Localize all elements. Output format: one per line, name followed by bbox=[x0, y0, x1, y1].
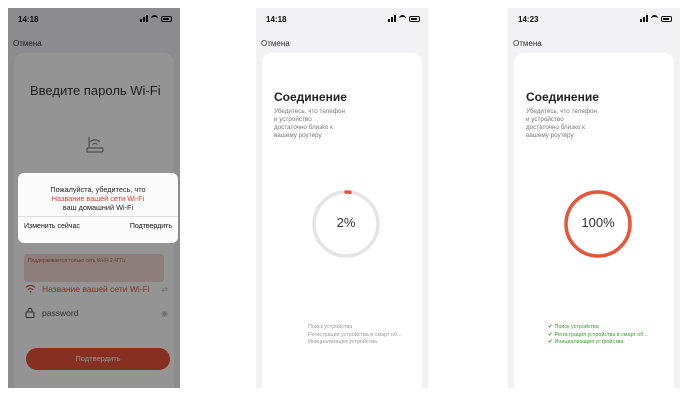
battery-icon bbox=[661, 15, 672, 22]
step-init-device: Инициализация устройства bbox=[554, 339, 624, 345]
system-icons bbox=[640, 15, 672, 22]
status-bar: 14:23 bbox=[508, 8, 680, 30]
dialog-divider bbox=[18, 216, 178, 217]
page-title: Соединение bbox=[526, 90, 599, 104]
confirm-dialog: Пожалуйста, убедитесь, что Название ваше… bbox=[18, 173, 178, 243]
proximity-hint-line3: достаточно близко к bbox=[274, 124, 333, 131]
check-icon: ✔ bbox=[548, 324, 553, 330]
progress-percent: 2% bbox=[336, 215, 356, 230]
connection-steps: ✔ Поиск устройства ✔ Регистрация устройств… bbox=[548, 324, 648, 347]
step-search-device: Поиск устройства bbox=[554, 324, 599, 330]
page-title: Соединение bbox=[274, 90, 347, 104]
dialog-network-name: Название вашей сети Wi-Fi bbox=[51, 194, 145, 203]
proximity-hint: Убедитесь, что телефон и устройство дост… bbox=[526, 108, 646, 140]
connecting-screen-2pct: 14:18 Отмена Соединение Убедитесь, что т… bbox=[256, 8, 428, 388]
proximity-hint-line2: и устройство bbox=[526, 116, 564, 123]
change-now-button[interactable]: Изменить сейчас bbox=[24, 223, 80, 230]
check-icon: ✔ bbox=[548, 339, 553, 345]
dialog-confirm-button[interactable]: Подтвердить bbox=[130, 223, 172, 230]
step-search-device-row: ✔ Поиск устройства bbox=[548, 324, 648, 332]
connecting-screen-complete: 14:23 Отмена Соединение Убедитесь, что т… bbox=[508, 8, 680, 388]
progress-percent: 100% bbox=[581, 215, 615, 230]
step-register-device: Регистрация устройства в смарт об... bbox=[554, 331, 648, 338]
proximity-hint-line2: и устройство bbox=[274, 116, 312, 123]
system-icons bbox=[388, 15, 420, 22]
step-search-device: Поиск устройства bbox=[308, 324, 353, 330]
connection-steps: Поиск устройства Регистрация устройства … bbox=[308, 324, 401, 347]
progress-ring: 2% bbox=[310, 188, 382, 260]
step-register-device-row: ✔ Регистрация устройства в смарт об... bbox=[548, 332, 648, 340]
step-init-device-row: ✔ Инициализация устройства bbox=[548, 339, 648, 347]
status-time: 14:18 bbox=[266, 15, 287, 24]
status-time: 14:23 bbox=[518, 15, 539, 24]
step-register-device: Регистрация устройства в смарт об... bbox=[308, 331, 402, 338]
cancel-link[interactable]: Отмена bbox=[513, 39, 542, 48]
wifi-status-icon bbox=[399, 15, 406, 22]
wifi-password-screen: 14:18 Отмена Введите пароль Wi-Fi Поддер… bbox=[8, 8, 180, 388]
progress-ring: 100% bbox=[562, 188, 634, 260]
step-init-device: Инициализация устройства bbox=[308, 339, 377, 345]
proximity-hint-line3: достаточно близко к bbox=[526, 124, 585, 131]
wifi-status-icon bbox=[651, 15, 658, 22]
signal-icon bbox=[388, 15, 396, 22]
dialog-text-line3: ваш домашний Wi-Fi bbox=[62, 203, 134, 212]
battery-icon bbox=[409, 15, 420, 22]
proximity-hint-line1: Убедитесь, что телефон bbox=[526, 108, 597, 115]
proximity-hint-line1: Убедитесь, что телефон bbox=[274, 108, 345, 115]
signal-icon bbox=[640, 15, 648, 22]
dialog-text-line1: Пожалуйста, убедитесь, что bbox=[50, 185, 146, 194]
proximity-hint: Убедитесь, что телефон и устройство дост… bbox=[274, 108, 394, 140]
proximity-hint-line4: вашему роутеру bbox=[274, 132, 322, 139]
status-bar: 14:18 bbox=[256, 8, 428, 30]
check-icon: ✔ bbox=[548, 331, 553, 338]
proximity-hint-line4: вашему роутеру bbox=[526, 132, 574, 139]
cancel-link[interactable]: Отмена bbox=[261, 39, 290, 48]
